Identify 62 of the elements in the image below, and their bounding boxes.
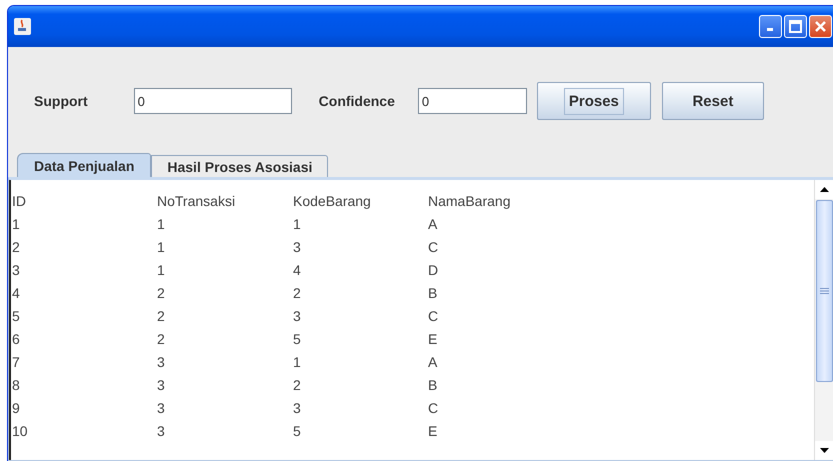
table-cell: 5 xyxy=(11,308,20,324)
table-cell: 3 xyxy=(292,308,301,324)
maximize-icon xyxy=(789,20,802,33)
table-cell: C xyxy=(427,308,438,324)
close-button[interactable] xyxy=(809,15,832,38)
tab[interactable]: Data Penjualan xyxy=(17,153,152,177)
column-header: NamaBarang xyxy=(427,192,510,208)
maximize-button[interactable] xyxy=(784,15,807,38)
scrollbar[interactable] xyxy=(814,180,833,460)
table-cell: 2 xyxy=(292,376,301,392)
table-cell: C xyxy=(427,238,438,254)
table-cell: 2 xyxy=(11,238,20,254)
table-cell: 9 xyxy=(11,400,20,416)
support-label: Support xyxy=(34,93,88,109)
table-cell: 3 xyxy=(292,400,301,416)
table-cell: 1 xyxy=(156,238,165,254)
table-cell: 3 xyxy=(156,354,165,370)
table-cell: C xyxy=(427,400,438,416)
table-cell: 5 xyxy=(292,422,301,438)
table-cell: 3 xyxy=(156,422,165,438)
tab[interactable]: Hasil Proses Asosiasi xyxy=(151,155,328,177)
table-cell: 2 xyxy=(292,284,301,300)
column-header: KodeBarang xyxy=(292,192,371,208)
table-cell: 7 xyxy=(11,354,20,370)
table-cell: A xyxy=(427,354,438,370)
table-cell: E xyxy=(427,330,438,346)
table-cell: E xyxy=(427,422,438,438)
table-cell: 3 xyxy=(11,262,20,278)
table-cell: 1 xyxy=(292,354,301,370)
process-button[interactable]: Proses xyxy=(536,82,651,120)
table-cell: B xyxy=(427,284,438,300)
table-cell: 5 xyxy=(292,330,301,346)
column-header: ID xyxy=(11,192,26,208)
table-cell: A xyxy=(427,216,438,232)
column-header: NoTransaksi xyxy=(156,192,236,208)
table-cell: 2 xyxy=(156,284,165,300)
table-cell: 1 xyxy=(156,262,165,278)
table-cell: 3 xyxy=(156,376,165,392)
table-cell: 3 xyxy=(156,400,165,416)
table-cell: D xyxy=(427,262,438,278)
confidence-label: Confidence xyxy=(318,93,395,109)
reset-button[interactable]: Reset xyxy=(662,82,764,120)
table-cell: 1 xyxy=(156,216,165,232)
table-cell: 6 xyxy=(11,330,20,346)
table-cell: 3 xyxy=(292,238,301,254)
confidence-field[interactable]: 0 xyxy=(418,88,527,114)
table-cell: 2 xyxy=(156,330,165,346)
down-arrow-icon[interactable] xyxy=(820,448,829,453)
table-cell: 2 xyxy=(156,308,165,324)
support-field[interactable]: 0 xyxy=(134,88,292,114)
minimize-button[interactable] xyxy=(759,15,782,38)
grip-icon[interactable] xyxy=(820,288,829,294)
up-arrow-icon[interactable] xyxy=(820,187,829,192)
table-cell: 4 xyxy=(292,262,301,278)
table-cell: 4 xyxy=(11,284,20,300)
table-cell: B xyxy=(427,376,438,392)
cup-icon xyxy=(14,18,31,35)
table-cell: 1 xyxy=(11,216,20,232)
table-cell: 8 xyxy=(11,376,20,392)
table-cell: 10 xyxy=(11,422,28,438)
close-icon xyxy=(814,20,827,33)
table-cell: 1 xyxy=(292,216,301,232)
